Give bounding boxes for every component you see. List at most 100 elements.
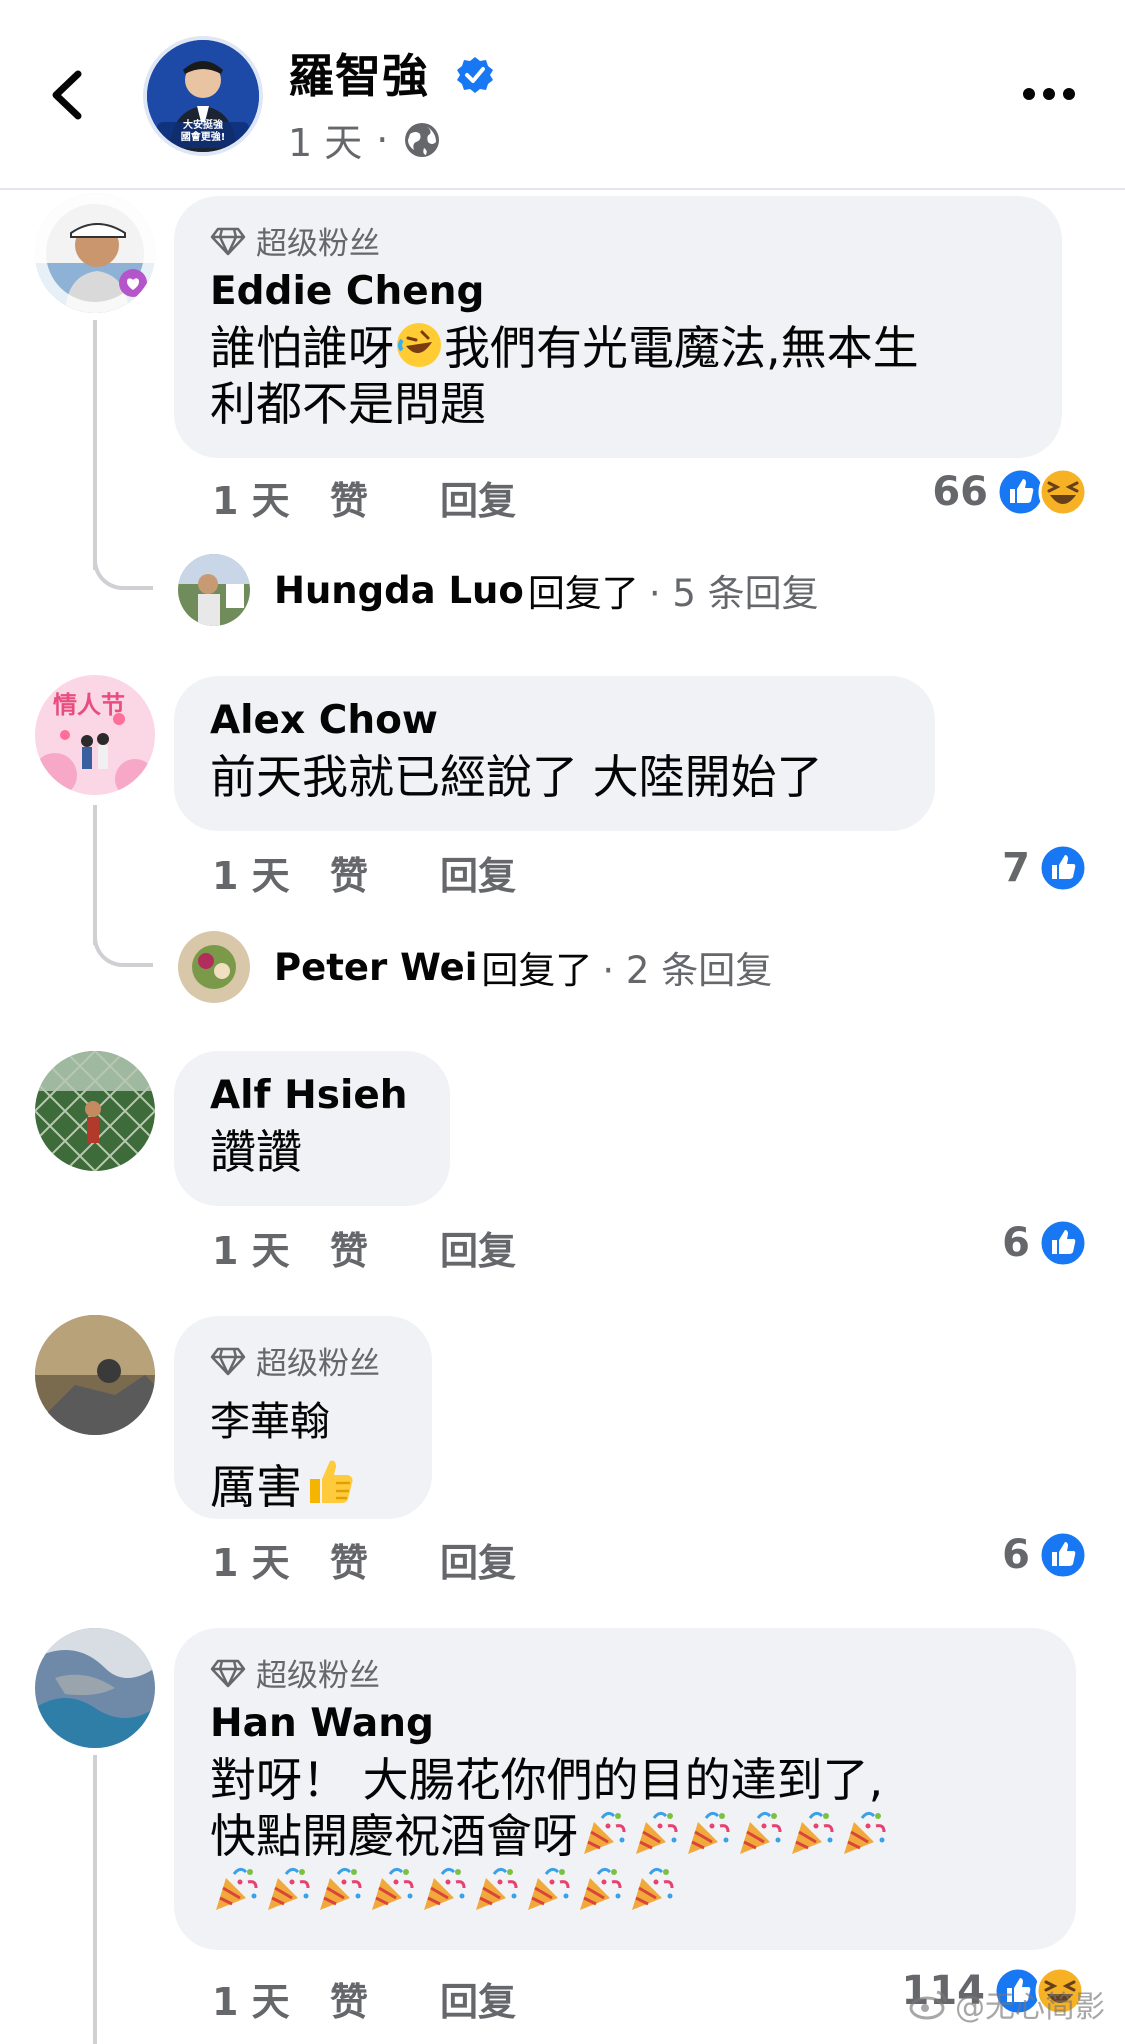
more-dots-icon [1023, 88, 1075, 100]
back-button[interactable] [38, 60, 98, 130]
reply-count: · 5 条回复 [648, 572, 819, 615]
post-header: 大安挺強 國會更強! 羅智強 1 天 · [0, 0, 1125, 190]
post-time: 1 天 [288, 121, 363, 165]
replier-avatar [178, 931, 250, 1003]
reaction-summary[interactable]: 6 [1002, 1218, 1088, 1268]
commenter-avatar[interactable]: 情人节 [35, 675, 155, 795]
thread-line [93, 1755, 97, 2044]
like-button[interactable]: 赞 [330, 1971, 440, 2026]
party-popper-emoji-icon [688, 1811, 730, 1854]
commenter-avatar[interactable] [35, 193, 155, 313]
party-emoji-row [578, 1809, 890, 1863]
meta-separator: · [376, 117, 389, 162]
diamond-icon [210, 1347, 246, 1375]
rolling-laughing-emoji-icon [397, 323, 441, 367]
commenter-name[interactable]: Alf Hsieh [210, 1073, 414, 1118]
comment-text: 前天我就已經說了 大陸開始了 [210, 750, 823, 804]
comment-bubble[interactable]: Alex Chow 前天我就已經說了 大陸開始了 [174, 676, 935, 831]
globe-icon [405, 122, 440, 157]
reaction-count: 7 [1002, 845, 1030, 891]
commenter-avatar[interactable] [35, 1051, 155, 1171]
party-popper-emoji-icon [476, 1867, 518, 1910]
reaction-count: 6 [1002, 1220, 1030, 1266]
comment-bubble[interactable]: Alf Hsieh 讚讚 [174, 1051, 450, 1206]
commenter-name[interactable]: Eddie Cheng [210, 269, 1026, 314]
comment-actions: 1 天 赞 回复 [212, 845, 516, 900]
avatar-caption: 情人节 [53, 691, 125, 719]
commenter-name[interactable]: Han Wang [210, 1701, 1040, 1746]
party-emoji-row [210, 1865, 678, 1919]
comment-actions: 1 天 赞 回复 [212, 1971, 516, 2026]
reply-preview[interactable]: Hungda Luo 回复了 · 5 条回复 [178, 554, 819, 626]
diamond-icon [210, 1659, 246, 1687]
haha-reaction-icon [1038, 467, 1088, 517]
comment-text: 厲害 [210, 1453, 396, 1515]
party-popper-emoji-icon [792, 1811, 834, 1854]
like-reaction-icon [1038, 1218, 1088, 1268]
party-popper-emoji-icon [372, 1867, 414, 1910]
party-popper-emoji-icon [424, 1867, 466, 1910]
super-fan-label: 超级粉丝 [256, 1346, 380, 1382]
comment-text: 對呀！ 大腸花你們的目的達到了, 快點開慶祝酒會呀 [210, 1752, 1040, 1920]
party-popper-emoji-icon [320, 1867, 362, 1910]
reply-preview[interactable]: Peter Wei 回复了 · 2 条回复 [178, 931, 772, 1003]
party-popper-emoji-icon [268, 1867, 310, 1910]
avatar-caption: 大安挺強 [183, 120, 223, 131]
commenter-avatar[interactable] [35, 1628, 155, 1748]
comment-actions: 1 天 赞 回复 [212, 470, 516, 525]
like-button[interactable]: 赞 [330, 1532, 440, 1587]
like-button[interactable]: 赞 [330, 470, 440, 525]
thread-connector [93, 907, 153, 967]
like-button[interactable]: 赞 [330, 1220, 440, 1275]
weibo-logo-icon [909, 1990, 947, 2020]
super-fan-badge: 超级粉丝 [210, 218, 1026, 263]
reply-button[interactable]: 回复 [440, 1532, 516, 1587]
reaction-summary[interactable]: 7 [1002, 843, 1088, 893]
super-fan-label: 超级粉丝 [256, 226, 380, 262]
like-reaction-icon [1038, 1530, 1088, 1580]
like-button[interactable]: 赞 [330, 845, 440, 900]
comment-actions: 1 天 赞 回复 [212, 1220, 516, 1275]
comment-time: 1 天 [212, 1541, 290, 1585]
more-options-button[interactable] [1021, 82, 1077, 106]
comment-time: 1 天 [212, 479, 290, 523]
party-popper-emoji-icon [740, 1811, 782, 1854]
post-meta: 1 天 · [288, 112, 442, 167]
like-reaction-icon [1038, 843, 1088, 893]
reaction-summary[interactable]: 66 [932, 467, 1088, 517]
reaction-count: 66 [932, 469, 988, 515]
comment-bubble[interactable]: 超级粉丝 Han Wang 對呀！ 大腸花你們的目的達到了, 快點開慶祝酒會呀 [174, 1628, 1076, 1950]
reply-action: 回复了 [481, 949, 593, 992]
reply-count: · 2 条回复 [602, 949, 773, 992]
comment-time: 1 天 [212, 1229, 290, 1273]
party-popper-emoji-icon [632, 1867, 674, 1910]
diamond-icon [210, 227, 246, 255]
page-name[interactable]: 羅智強 [288, 40, 429, 106]
reply-button[interactable]: 回复 [440, 1220, 516, 1275]
comment-time: 1 天 [212, 854, 290, 898]
replier-name: Hungda Luo [274, 568, 524, 612]
reply-button[interactable]: 回复 [440, 470, 516, 525]
commenter-avatar[interactable] [35, 1315, 155, 1435]
reaction-summary[interactable]: 6 [1002, 1530, 1088, 1580]
replier-name: Peter Wei [274, 945, 478, 989]
party-popper-emoji-icon [216, 1867, 258, 1910]
comment-bubble[interactable]: 超级粉丝 Eddie Cheng 誰怕誰呀 我們有光電魔法,無本生 利都不是問題 [174, 196, 1062, 458]
comment-text: 讚讚 [210, 1125, 302, 1179]
commenter-name[interactable]: Alex Chow [210, 698, 899, 743]
page-avatar[interactable]: 大安挺強 國會更強! [143, 36, 263, 156]
super-fan-label: 超级粉丝 [256, 1658, 380, 1694]
party-popper-emoji-icon [636, 1811, 678, 1854]
chevron-left-icon [52, 70, 82, 120]
replier-avatar [178, 554, 250, 626]
reply-button[interactable]: 回复 [440, 1971, 516, 2026]
thread-connector [93, 530, 153, 590]
comment-bubble[interactable]: 超级粉丝 李華翰 厲害 [174, 1316, 432, 1519]
party-popper-emoji-icon [584, 1811, 626, 1854]
super-fan-badge: 超级粉丝 [210, 1650, 1040, 1695]
comment-time: 1 天 [212, 1980, 290, 2024]
commenter-name[interactable]: 李華翰 [210, 1389, 396, 1447]
reply-button[interactable]: 回复 [440, 845, 516, 900]
party-popper-emoji-icon [580, 1867, 622, 1910]
comment-text: 誰怕誰呀 我們有光電魔法,無本生 利都不是問題 [210, 320, 1026, 432]
